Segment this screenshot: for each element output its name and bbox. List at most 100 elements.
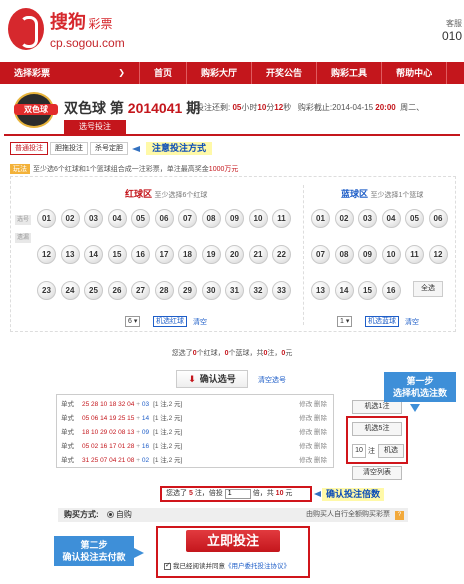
red-ball-11[interactable]: 11 xyxy=(272,209,291,228)
red-ball-13[interactable]: 13 xyxy=(60,245,80,264)
random-blue-button[interactable]: 机选蓝球 xyxy=(365,316,399,327)
blue-ball-01[interactable]: 01 xyxy=(311,209,330,228)
red-ball-32[interactable]: 32 xyxy=(248,281,268,300)
red-ball-03[interactable]: 03 xyxy=(84,209,103,228)
blue-ball-13[interactable]: 13 xyxy=(311,281,330,300)
red-ball-25[interactable]: 25 xyxy=(84,281,103,300)
blue-ball-11[interactable]: 11 xyxy=(405,245,424,264)
red-ball-20[interactable]: 20 xyxy=(225,245,244,264)
red-ball-30[interactable]: 30 xyxy=(201,281,221,300)
random-custom-button[interactable]: 机选 xyxy=(378,444,404,458)
divider xyxy=(4,134,460,136)
red-ball-21[interactable]: 21 xyxy=(248,245,268,264)
edit-delete-links[interactable]: 修改 删除 xyxy=(299,426,327,439)
blue-ball-14[interactable]: 14 xyxy=(334,281,354,300)
red-ball-33[interactable]: 33 xyxy=(272,281,291,300)
red-ball-26[interactable]: 26 xyxy=(107,281,127,300)
site-header: 搜狗 彩票 cp.sogou.com 客服 010 xyxy=(0,0,464,60)
random-red-button[interactable]: 机选红球 xyxy=(153,316,187,327)
clear-selection-link[interactable]: 清空选号 xyxy=(258,375,286,385)
game-header: 双色球 双色球 第 2014041 期 投注还剩: 05小时10分12秒 购彩截… xyxy=(0,88,464,134)
blue-ball-04[interactable]: 04 xyxy=(381,209,401,228)
red-count-select[interactable]: 6 ▾ xyxy=(125,316,141,327)
red-ball-12[interactable]: 12 xyxy=(37,245,56,264)
clear-list-button[interactable]: 清空列表 xyxy=(352,466,402,480)
red-ball-09[interactable]: 09 xyxy=(225,209,244,228)
confirm-selection-button[interactable]: ⬇ 确认选号 xyxy=(176,370,248,388)
red-ball-16[interactable]: 16 xyxy=(131,245,150,264)
submit-bet-button[interactable]: 立即投注 xyxy=(186,530,280,552)
red-ball-27[interactable]: 27 xyxy=(131,281,150,300)
red-ball-19[interactable]: 19 xyxy=(201,245,221,264)
blue-count-select[interactable]: 1 ▾ xyxy=(337,316,353,327)
annotation-step2: 第二步 确认投注去付款 xyxy=(54,536,134,566)
red-ball-04[interactable]: 04 xyxy=(107,209,127,228)
arrow-down-icon xyxy=(410,404,420,412)
ball-selection-panel: 红球区 至少选择6个红球 蓝球区 至少选择1个篮球 选号 遗漏 全选 6 ▾ 机… xyxy=(10,176,456,332)
edit-delete-links[interactable]: 修改 删除 xyxy=(299,398,327,411)
clear-blue-link[interactable]: 清空 xyxy=(405,317,419,327)
blue-ball-12[interactable]: 12 xyxy=(428,245,448,264)
tab-standard-bet[interactable]: 普通投注 xyxy=(10,142,48,155)
multiplier-input[interactable] xyxy=(224,488,251,499)
blue-ball-07[interactable]: 07 xyxy=(311,245,330,264)
nav-tools[interactable]: 购彩工具 xyxy=(317,62,383,84)
red-ball-02[interactable]: 02 xyxy=(60,209,80,228)
blue-ball-16[interactable]: 16 xyxy=(381,281,401,300)
edit-delete-links[interactable]: 修改 删除 xyxy=(299,454,327,467)
red-ball-14[interactable]: 14 xyxy=(84,245,103,264)
countdown: 投注还剩: 05小时10分12秒 购彩截止:2014-04-15 20:00 周… xyxy=(196,103,425,112)
agreement: 我已经阅读并同意《用户委托投注协议》 xyxy=(164,560,290,570)
ssq-badge-icon: 双色球 xyxy=(14,92,58,128)
nav-draw-results[interactable]: 开奖公告 xyxy=(252,62,318,84)
agree-checkbox[interactable] xyxy=(164,561,171,570)
logo-subtitle: 彩票 xyxy=(88,17,113,31)
red-ball-15[interactable]: 15 xyxy=(107,245,127,264)
help-icon[interactable]: ? xyxy=(395,511,404,520)
zone-divider xyxy=(303,185,304,325)
red-ball-08[interactable]: 08 xyxy=(201,209,221,228)
red-ball-18[interactable]: 18 xyxy=(178,245,197,264)
red-ball-22[interactable]: 22 xyxy=(272,245,291,264)
red-ball-23[interactable]: 23 xyxy=(37,281,56,300)
blue-ball-15[interactable]: 15 xyxy=(358,281,377,300)
sogou-lottery-logo[interactable]: 搜狗 彩票 cp.sogou.com xyxy=(8,8,125,50)
tab-kill-number[interactable]: 杀号定胆 xyxy=(90,142,128,155)
chevron-down-icon: ❯ xyxy=(118,68,125,77)
arrow-left-icon xyxy=(314,491,321,497)
random-1-button[interactable]: 机选1注 xyxy=(352,400,402,414)
blue-ball-05[interactable]: 05 xyxy=(405,209,424,228)
select-all-button[interactable]: 全选 xyxy=(413,281,443,297)
tab-select-numbers[interactable]: 选号投注 xyxy=(64,120,126,134)
blue-ball-09[interactable]: 09 xyxy=(358,245,377,264)
blue-ball-06[interactable]: 06 xyxy=(428,209,448,228)
blue-ball-02[interactable]: 02 xyxy=(334,209,354,228)
nav-select-lottery[interactable]: 选择彩票 ❯ xyxy=(0,62,140,84)
blue-ball-08[interactable]: 08 xyxy=(334,245,354,264)
red-ball-05[interactable]: 05 xyxy=(131,209,150,228)
red-ball-28[interactable]: 28 xyxy=(154,281,174,300)
nav-help[interactable]: 帮助中心 xyxy=(382,62,448,84)
blue-ball-10[interactable]: 10 xyxy=(381,245,401,264)
red-ball-06[interactable]: 06 xyxy=(154,209,174,228)
blue-ball-03[interactable]: 03 xyxy=(358,209,377,228)
nav-lottery-hall[interactable]: 购彩大厅 xyxy=(187,62,253,84)
nav-home[interactable]: 首页 xyxy=(140,62,188,84)
self-buy-radio[interactable] xyxy=(106,511,114,519)
edit-delete-links[interactable]: 修改 删除 xyxy=(299,440,327,453)
random-5-button[interactable]: 机选5注 xyxy=(352,422,402,436)
tab-banker-bet[interactable]: 胆拖投注 xyxy=(50,142,88,155)
red-ball-29[interactable]: 29 xyxy=(178,281,197,300)
red-ball-07[interactable]: 07 xyxy=(178,209,197,228)
bet-row: 单式 25 28 10 18 32 04 + 03 [1 注,2 元] 修改 删除 xyxy=(61,398,331,411)
clear-red-link[interactable]: 清空 xyxy=(193,317,207,327)
red-ball-17[interactable]: 17 xyxy=(154,245,174,264)
edit-delete-links[interactable]: 修改 删除 xyxy=(299,412,327,425)
red-ball-31[interactable]: 31 xyxy=(225,281,244,300)
agreement-link[interactable]: 《用户委托投注协议》 xyxy=(225,563,290,570)
red-ball-24[interactable]: 24 xyxy=(60,281,80,300)
red-ball-10[interactable]: 10 xyxy=(248,209,268,228)
main-nav: 选择彩票 ❯ 首页 购彩大厅 开奖公告 购彩工具 帮助中心 xyxy=(0,62,464,84)
random-count-input[interactable]: 10 xyxy=(352,444,366,458)
red-ball-01[interactable]: 01 xyxy=(37,209,56,228)
